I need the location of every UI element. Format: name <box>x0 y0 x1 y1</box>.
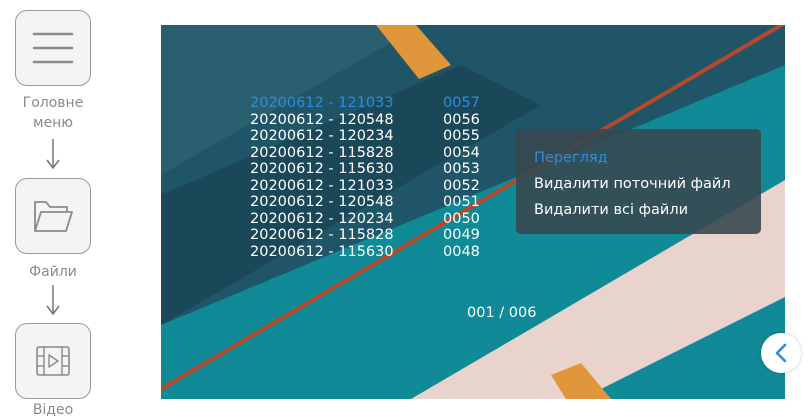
down-arrow-icon <box>46 285 60 316</box>
file-number: 0054 <box>443 144 480 161</box>
file-row[interactable]: 20200612 - 115828 0049 <box>250 227 480 244</box>
file-list: 20200612 - 121033 0057 20200612 - 120548… <box>250 95 480 260</box>
file-number: 0049 <box>443 227 480 243</box>
file-row[interactable]: 20200612 - 121033 0057 <box>250 95 480 112</box>
video-label: Відео <box>32 402 74 418</box>
file-number: 0056 <box>443 111 480 128</box>
file-number: 0051 <box>443 194 480 210</box>
files-label: Файли <box>29 264 77 280</box>
file-row[interactable]: 20200612 - 120548 0051 <box>250 194 480 211</box>
file-name: 20200612 - 120234 <box>250 128 394 144</box>
file-row[interactable]: 20200612 - 120548 0056 <box>250 112 480 129</box>
file-name: 20200612 - 121033 <box>250 177 394 194</box>
file-row[interactable]: 20200612 - 115828 0054 <box>250 145 480 162</box>
main-menu-button[interactable] <box>15 10 91 86</box>
file-name: 20200612 - 115828 <box>250 227 394 243</box>
page-indicator: 001 / 006 <box>467 305 537 321</box>
file-name: 20200612 - 120234 <box>250 210 394 227</box>
folder-icon <box>34 201 73 232</box>
file-number: 0048 <box>443 243 480 260</box>
file-name: 20200612 - 120548 <box>250 194 394 210</box>
file-number: 0053 <box>443 161 480 177</box>
device-screen: 20200612 - 121033 0057 20200612 - 120548… <box>161 25 785 399</box>
file-name: 20200612 - 115828 <box>250 144 394 161</box>
files-button[interactable] <box>15 178 91 254</box>
hamburger-menu-icon <box>32 32 74 64</box>
file-name: 20200612 - 115630 <box>250 243 394 260</box>
video-button[interactable] <box>15 323 91 399</box>
file-name: 20200612 - 120548 <box>250 111 394 128</box>
file-number: 0057 <box>443 95 480 111</box>
file-row[interactable]: 20200612 - 120234 0055 <box>250 128 480 145</box>
file-row[interactable]: 20200612 - 115630 0048 <box>250 244 480 261</box>
file-row[interactable]: 20200612 - 115630 0053 <box>250 161 480 178</box>
file-number: 0050 <box>443 210 480 227</box>
chevron-left-icon <box>775 343 787 363</box>
video-film-icon <box>36 346 70 376</box>
menu-item-view[interactable]: Перегляд <box>534 145 761 171</box>
main-menu-label: Головне меню <box>22 95 84 131</box>
file-row[interactable]: 20200612 - 121033 0052 <box>250 178 480 195</box>
file-number: 0055 <box>443 128 480 144</box>
file-name: 20200612 - 121033 <box>250 95 394 111</box>
menu-item-delete-current[interactable]: Видалити поточний файл <box>534 171 761 197</box>
file-number: 0052 <box>443 177 480 194</box>
file-name: 20200612 - 115630 <box>250 161 394 177</box>
down-arrow-icon <box>46 139 60 170</box>
back-button[interactable] <box>761 333 801 373</box>
context-menu: Перегляд Видалити поточний файл Видалити… <box>516 129 761 234</box>
file-row[interactable]: 20200612 - 120234 0050 <box>250 211 480 228</box>
menu-item-delete-all[interactable]: Видалити всі файли <box>534 197 761 223</box>
